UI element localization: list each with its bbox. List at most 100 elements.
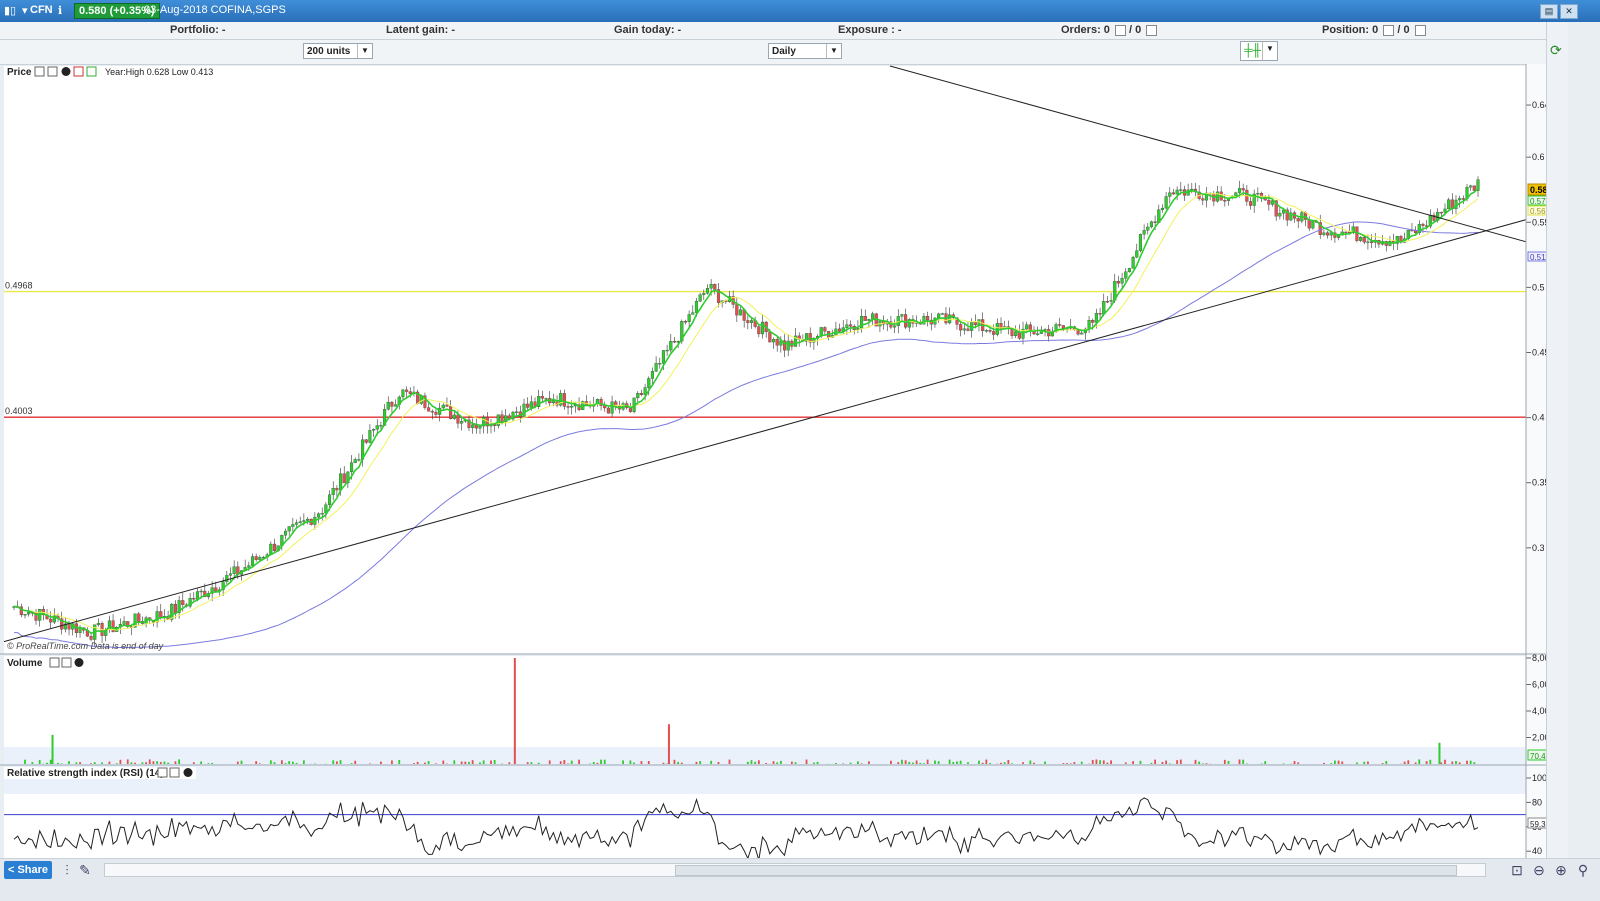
candle-body [1143,230,1146,234]
candle-body [901,314,904,316]
volume-bar [490,760,492,764]
price-y-tick-label: 0.5 [1532,282,1545,292]
close-icon[interactable] [184,768,193,777]
latent-gain-label: Latent gain: - [386,24,455,36]
arrow-up-icon[interactable] [87,67,96,76]
position-link-icon[interactable] [1415,25,1426,36]
candle-body [258,557,261,560]
candle-body [291,524,294,526]
volume-y-tick-label: 4,000k [1532,706,1546,716]
window-icon[interactable] [170,768,179,777]
volume-bar [1334,761,1336,764]
ticker-label[interactable]: CFN [30,4,53,16]
candle-body [1121,278,1124,283]
window-icon[interactable] [62,658,71,667]
volume-bar [237,762,239,764]
close-icon[interactable] [75,658,84,667]
zoom-out-icon[interactable]: ⊖ [1530,861,1548,879]
volume-bar [156,761,158,764]
volume-bar [791,762,793,764]
candle-body [123,621,126,624]
volume-bar [79,762,81,764]
candle-body [471,425,474,428]
layout-icon[interactable]: ▤ [1540,4,1558,19]
period-select[interactable]: Daily ▼ [768,43,842,59]
candle-body [321,513,324,514]
candle-body [838,329,841,331]
candle-body [1150,222,1153,227]
zoom-fit-icon[interactable]: ⊡ [1508,861,1526,879]
candle-body [1146,227,1149,230]
candle-body [823,327,826,331]
volume-bar [780,761,782,764]
volume-bar [167,763,169,764]
candle-body [431,411,434,412]
chart-type-select[interactable]: ╪╫ ▼ [1240,41,1278,61]
candle-body [435,412,438,415]
indicator-icon[interactable]: ⫶ [58,861,76,879]
right-tool-strip: ⟳ [1546,22,1569,858]
volume-bar [1264,761,1266,764]
orders-close-icon[interactable] [1115,25,1126,36]
candle-body [1106,301,1109,302]
scrollbar-thumb[interactable] [675,865,1457,876]
search-icon[interactable]: ⚲ [1574,861,1592,879]
arrow-down-icon[interactable] [74,67,83,76]
close-icon[interactable]: ✕ [1560,4,1578,19]
volume-bar [479,762,481,764]
candle-body [501,415,504,422]
candle-body [926,316,929,320]
volume-bar [578,760,580,764]
chart-area[interactable]: 0.49680.4003 0.30.350.40.450.50.550.60.6… [0,64,1546,858]
share-button[interactable]: < Share [4,861,52,879]
chart-icon[interactable]: ▮▯ [4,4,16,17]
volume-bar [795,762,797,764]
volume-bar [149,759,151,764]
candle-body [684,321,687,322]
window-icon[interactable] [48,67,57,76]
position-close-icon[interactable] [1383,25,1394,36]
candle-body [1422,224,1425,226]
zoom-in-icon[interactable]: ⊕ [1552,861,1570,879]
volume-bar [710,761,712,764]
volume-bar [153,761,155,764]
volume-bar [1466,761,1468,764]
volume-bar [1092,760,1094,764]
horizontal-scrollbar[interactable] [104,863,1486,877]
chevron-down-icon[interactable]: ▾ [22,4,28,17]
candle-body [963,329,966,330]
candle-body [1345,232,1348,233]
candle-body [200,591,203,592]
candle-body [1370,242,1373,243]
volume-bar [1206,763,1208,764]
volume-bar [1062,763,1064,764]
candle-body [251,556,254,565]
volume-spike-bar [668,724,670,764]
volume-bar [1029,760,1031,764]
wrench-icon[interactable] [35,67,44,76]
candle-body [328,495,331,505]
volume-bar [806,760,808,764]
drawing-tools-icon[interactable]: ✎ [76,861,94,879]
volume-bar [1356,762,1358,764]
volume-bar [464,762,466,764]
orders-link-icon[interactable] [1146,25,1157,36]
wrench-icon[interactable] [50,658,59,667]
units-select[interactable]: 200 units ▼ [303,43,373,59]
refresh-icon[interactable]: ⟳ [1550,42,1562,59]
volume-bar [897,762,899,764]
volume-bar [861,763,863,764]
chevron-down-icon: ▼ [357,44,372,58]
close-icon[interactable] [62,67,71,76]
volume-bar [1070,763,1072,764]
volume-bar [1382,763,1384,764]
volume-bar [1044,762,1046,764]
candle-body [295,523,298,525]
wrench-icon[interactable] [158,768,167,777]
info-icon[interactable]: ℹ [58,4,62,17]
volume-bar [549,760,551,764]
volume-bar [90,763,92,764]
candle-body [1117,281,1120,283]
volume-bar [442,761,444,764]
volume-bar [398,760,400,764]
